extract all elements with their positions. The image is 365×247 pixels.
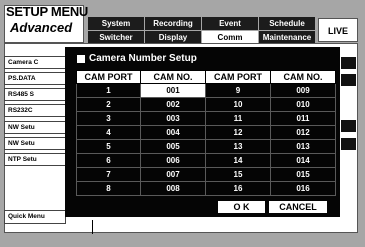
cam-port-cell: 1 <box>76 83 141 98</box>
table-row: 6 006 14 014 <box>76 153 336 168</box>
tab-schedule[interactable]: Schedule <box>259 17 315 30</box>
cam-no-cell[interactable]: 014 <box>270 153 336 168</box>
cam-no-cell[interactable]: 011 <box>270 111 336 126</box>
page-title: SETUP MENU <box>6 4 88 19</box>
cam-port-cell: 11 <box>205 111 271 126</box>
col-header-cam-no: CAM NO. <box>140 70 206 84</box>
table-body: 1 001 9 009 2 002 10 010 3 003 11 011 4 004 12 012 5 005 1… <box>76 83 336 196</box>
quick-menu-button[interactable]: Quick Menu <box>4 210 66 224</box>
col-header-cam-no: CAM NO. <box>270 70 336 84</box>
cam-port-cell: 7 <box>76 167 141 182</box>
tab-recording[interactable]: Recording <box>145 17 201 30</box>
cam-port-cell: 9 <box>205 83 271 98</box>
camera-number-table: CAM PORT CAM NO. CAM PORT CAM NO. 1 001 9 0… <box>76 70 336 196</box>
cam-no-cell[interactable]: 015 <box>270 167 336 182</box>
cancel-button[interactable]: CANCEL <box>269 201 327 213</box>
table-row: 3 003 11 011 <box>76 111 336 126</box>
table-row: 1 001 9 009 <box>76 83 336 98</box>
cam-no-cell[interactable]: 009 <box>270 83 336 98</box>
dialog-title: Camera Number Setup <box>89 53 197 64</box>
table-row: 5 005 13 013 <box>76 139 336 154</box>
tab-event[interactable]: Event <box>202 17 258 30</box>
cam-no-cell[interactable]: 016 <box>270 181 336 196</box>
table-row: 2 002 10 010 <box>76 97 336 112</box>
cam-port-cell: 3 <box>76 111 141 126</box>
sidebar-item-rs485[interactable]: RS485 S <box>4 88 66 101</box>
cam-port-cell: 15 <box>205 167 271 182</box>
cam-no-cell[interactable]: 007 <box>140 167 206 182</box>
mode-label: Advanced <box>10 20 73 35</box>
table-row: 4 004 12 012 <box>76 125 336 140</box>
sidebar-item-ntp-setup[interactable]: NTP Setu <box>4 153 66 166</box>
cam-port-cell: 6 <box>76 153 141 168</box>
sidebar-item-ps-data[interactable]: PS.DATA <box>4 72 66 85</box>
cam-no-cell[interactable]: 005 <box>140 139 206 154</box>
cam-no-cell[interactable]: 008 <box>140 181 206 196</box>
cam-no-cell[interactable]: 013 <box>270 139 336 154</box>
right-button-stub[interactable] <box>341 74 356 86</box>
cam-port-cell: 12 <box>205 125 271 140</box>
ok-button[interactable]: O K <box>218 201 265 213</box>
cam-port-cell: 2 <box>76 97 141 112</box>
cam-no-cell[interactable]: 001 <box>140 83 206 98</box>
sidebar-item-nw-setup-1[interactable]: NW Setu <box>4 121 66 134</box>
col-header-cam-port: CAM PORT <box>76 70 141 84</box>
cam-no-cell[interactable]: 012 <box>270 125 336 140</box>
table-row: 7 007 15 015 <box>76 167 336 182</box>
table-row: 8 008 16 016 <box>76 181 336 196</box>
sidebar-item-nw-setup-2[interactable]: NW Setu <box>4 137 66 150</box>
right-button-stub[interactable] <box>341 120 356 132</box>
cam-no-cell[interactable]: 003 <box>140 111 206 126</box>
right-button-stub[interactable] <box>341 57 356 69</box>
cam-port-cell: 8 <box>76 181 141 196</box>
cam-no-cell[interactable]: 010 <box>270 97 336 112</box>
cam-port-cell: 13 <box>205 139 271 154</box>
cam-port-cell: 5 <box>76 139 141 154</box>
divider <box>92 220 93 234</box>
sidebar-item-rs232c[interactable]: RS232C <box>4 104 66 117</box>
cam-port-cell: 16 <box>205 181 271 196</box>
cam-no-cell[interactable]: 004 <box>140 125 206 140</box>
live-button[interactable]: LIVE <box>318 18 358 42</box>
right-button-stub[interactable] <box>341 138 356 150</box>
cam-no-cell[interactable]: 006 <box>140 153 206 168</box>
cam-port-cell: 10 <box>205 97 271 112</box>
dialog-title-square-icon <box>77 55 85 63</box>
cam-port-cell: 14 <box>205 153 271 168</box>
cam-port-cell: 4 <box>76 125 141 140</box>
table-header-row: CAM PORT CAM NO. CAM PORT CAM NO. <box>76 70 336 84</box>
col-header-cam-port: CAM PORT <box>205 70 271 84</box>
cam-no-cell[interactable]: 002 <box>140 97 206 112</box>
sidebar-item-camera[interactable]: Camera C <box>4 56 66 69</box>
tab-system[interactable]: System <box>88 17 144 30</box>
